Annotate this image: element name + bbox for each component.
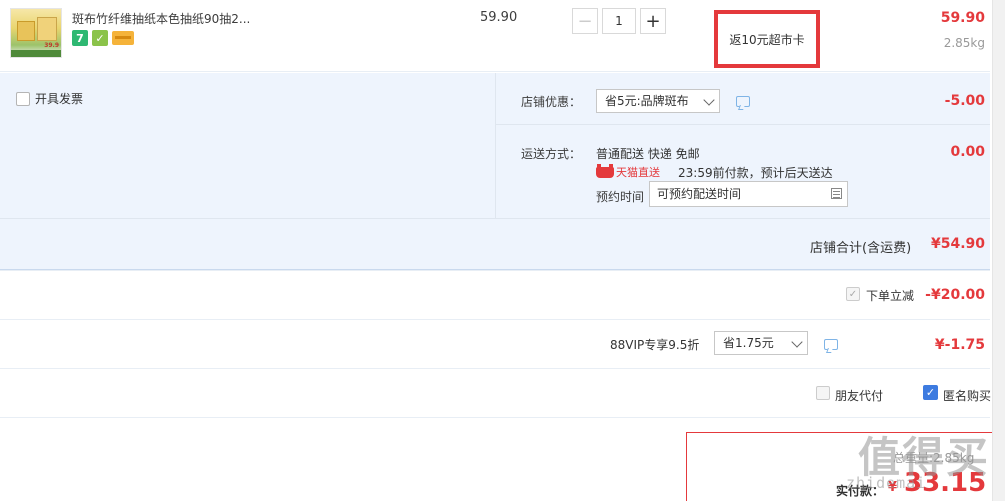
- order-discount-checkbox: ✓: [846, 287, 860, 301]
- divider: [0, 218, 990, 219]
- vertical-scrollbar[interactable]: [992, 0, 1005, 501]
- vip-discount-label: 88VIP专享9.5折: [610, 338, 700, 352]
- shipping-time: 23:59前付款，预计后天送达: [678, 166, 833, 180]
- friend-pay-checkbox[interactable]: [816, 386, 830, 400]
- quantity-increase-button[interactable]: +: [640, 8, 666, 34]
- appointment-time-input[interactable]: 可预约配送时间: [649, 181, 848, 207]
- divider: [0, 270, 990, 271]
- anonymous-purchase-checkbox[interactable]: ✓: [923, 385, 938, 400]
- order-discount-label: 下单立减: [866, 289, 915, 303]
- calendar-icon[interactable]: [831, 188, 842, 199]
- invoice-checkbox[interactable]: [16, 91, 30, 106]
- divider: [0, 319, 990, 320]
- promo-text: 返10元超市卡: [729, 32, 805, 47]
- shipping-label: 运送方式：: [521, 147, 582, 161]
- shop-discount-label: 店铺优惠：: [521, 95, 582, 109]
- chevron-down-icon: [791, 336, 803, 348]
- tmall-direct-logo: 天猫直送: [596, 163, 660, 180]
- unit-price: 59.90: [480, 10, 518, 25]
- item-subtotal: 59.90: [940, 10, 985, 26]
- shipping-method: 普通配送 快递 免邮: [596, 147, 700, 161]
- vip-discount-select-value: 省1.75元: [723, 336, 774, 350]
- shield-icon: ✓: [92, 30, 108, 46]
- quantity-decrease-button[interactable]: −: [572, 8, 598, 34]
- quantity-input[interactable]: 1: [602, 8, 636, 34]
- vip-discount-value: ¥-1.75: [934, 337, 985, 353]
- friend-pay-label[interactable]: 朋友代付: [835, 387, 883, 404]
- appointment-time-value: 可预约配送时间: [657, 187, 742, 201]
- seven-day-return-icon: 7: [72, 30, 88, 46]
- divider: [0, 417, 990, 418]
- vip-discount-select[interactable]: 省1.75元: [714, 331, 808, 355]
- shop-total-label: 店铺合计(含运费): [810, 241, 912, 256]
- shop-discount-select-value: 省5元:品牌斑布: [605, 94, 689, 108]
- invoice-label: 开具发票: [35, 92, 84, 106]
- tmall-cat-icon: [596, 163, 614, 178]
- appointment-label: 预约时间: [596, 190, 645, 204]
- credit-card-icon: [112, 31, 134, 45]
- invoice-option[interactable]: 开具发票: [16, 90, 83, 107]
- shop-discount-select[interactable]: 省5元:品牌斑布: [596, 89, 720, 113]
- shop-discount-value: -5.00: [944, 93, 985, 109]
- shipping-value: 0.00: [950, 144, 985, 160]
- order-discount-value: -¥20.00: [925, 287, 985, 303]
- chevron-down-icon: [703, 94, 715, 106]
- divider: [496, 124, 990, 125]
- shop-total-value: ¥54.90: [930, 236, 985, 252]
- product-thumbnail[interactable]: 39.9: [10, 8, 62, 58]
- promo-highlight: 返10元超市卡: [714, 10, 820, 68]
- divider: [495, 73, 496, 218]
- product-title[interactable]: 斑布竹纤维抽纸本色抽纸90抽2...: [72, 10, 250, 27]
- thumbnail-price: 39.9: [44, 42, 59, 49]
- item-weight: 2.85kg: [943, 36, 985, 50]
- watermark-url: zhidemai: [846, 474, 927, 492]
- chat-icon[interactable]: [736, 96, 750, 107]
- tmall-direct-label: 天猫直送: [616, 166, 660, 179]
- anonymous-purchase-label[interactable]: 匿名购买: [943, 387, 991, 404]
- chat-icon[interactable]: [824, 339, 838, 350]
- divider: [0, 368, 990, 369]
